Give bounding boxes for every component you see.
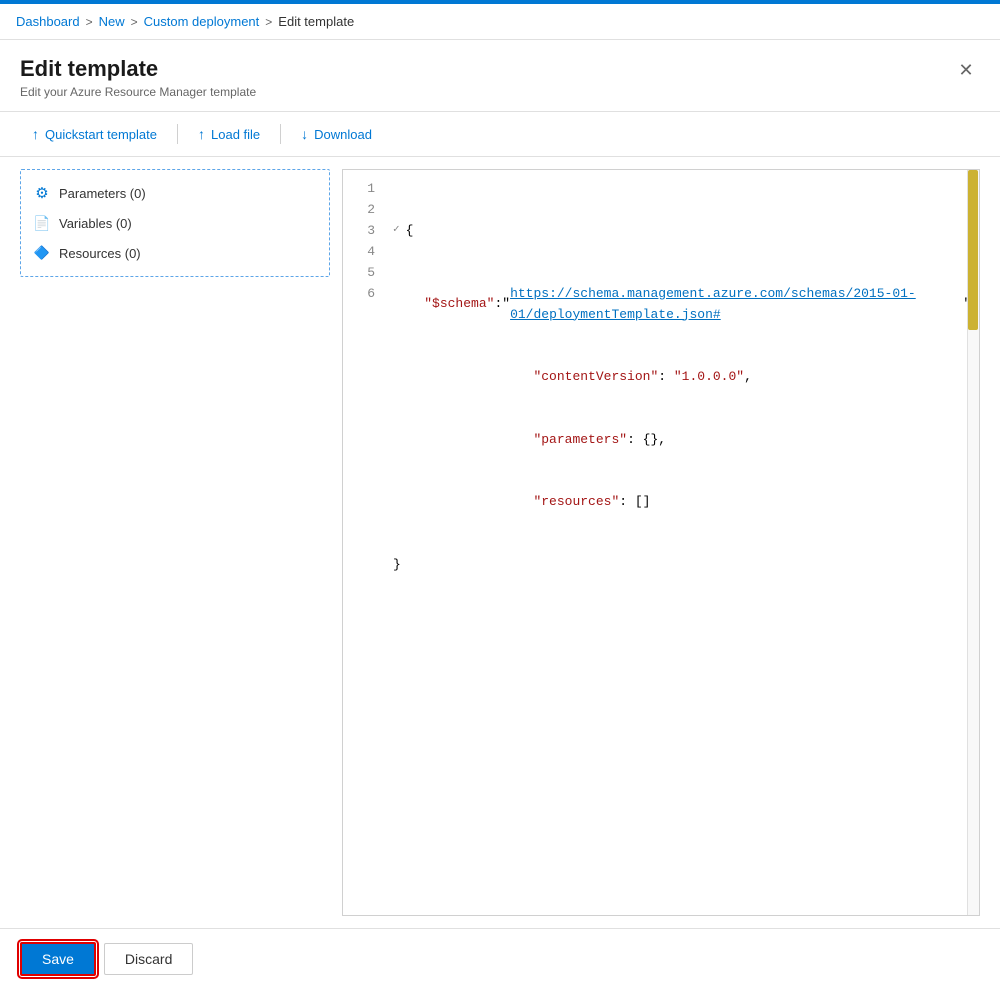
- quickstart-icon: ↑: [32, 126, 39, 142]
- save-button[interactable]: Save: [20, 942, 96, 976]
- page-title: Edit template: [20, 56, 256, 82]
- discard-button[interactable]: Discard: [104, 943, 193, 975]
- top-bar: Dashboard > New > Custom deployment > Ed…: [0, 4, 1000, 40]
- code-line-1: ✓{: [393, 220, 979, 241]
- line-num-4: 4: [343, 241, 385, 262]
- bottom-bar: Save Discard: [0, 928, 1000, 988]
- code-line-3: "contentVersion": "1.0.0.0",: [393, 366, 979, 387]
- line-num-5: 5: [343, 262, 385, 283]
- code-line-5: "resources": []: [393, 491, 979, 512]
- load-file-label: Load file: [211, 127, 260, 142]
- content-version-val: "1.0.0.0": [674, 366, 744, 387]
- editor-content[interactable]: 1 2 3 4 5 6 ✓{ "$schema": "https://: [343, 170, 979, 915]
- breadcrumb-dashboard[interactable]: Dashboard: [16, 14, 80, 29]
- resources-icon: 🔷: [33, 244, 51, 262]
- toolbar: ↑ Quickstart template ↑ Load file ↓ Down…: [0, 112, 1000, 157]
- variables-label: Variables (0): [59, 216, 132, 231]
- close-button[interactable]: ✕: [952, 56, 980, 84]
- content-area: ⚙ Parameters (0) 📄 Variables (0) 🔷 Resou…: [0, 157, 1000, 928]
- parameters-icon: ⚙: [33, 184, 51, 202]
- schema-link[interactable]: https://schema.management.azure.com/sche…: [510, 283, 963, 325]
- line-num-2: 2: [343, 199, 385, 220]
- tree-item-resources[interactable]: 🔷 Resources (0): [21, 238, 329, 268]
- breadcrumb: Dashboard > New > Custom deployment > Ed…: [16, 14, 354, 29]
- breadcrumb-new[interactable]: New: [99, 14, 125, 29]
- variables-icon: 📄: [33, 214, 51, 232]
- code-line-4: "parameters": {},: [393, 429, 979, 450]
- schema-key: "$schema": [424, 293, 494, 314]
- resources-val: []: [635, 491, 651, 512]
- line-num-3: 3: [343, 220, 385, 241]
- toolbar-divider-2: [280, 124, 281, 144]
- code-line-2: "$schema": "https://schema.management.az…: [393, 283, 979, 325]
- breadcrumb-sep-3: >: [265, 15, 272, 29]
- breadcrumb-sep-2: >: [131, 15, 138, 29]
- load-file-icon: ↑: [198, 126, 205, 142]
- code-line-6: }: [393, 554, 979, 575]
- download-icon: ↓: [301, 126, 308, 142]
- tree-panel: ⚙ Parameters (0) 📄 Variables (0) 🔷 Resou…: [20, 169, 330, 277]
- content-version-key: "contentVersion": [533, 366, 658, 387]
- brace-close: }: [393, 554, 401, 575]
- editor-scrollbar[interactable]: [967, 170, 979, 915]
- breadcrumb-current: Edit template: [278, 14, 354, 29]
- download-button[interactable]: ↓ Download: [289, 120, 384, 148]
- resources-label: Resources (0): [59, 246, 141, 261]
- quickstart-label: Quickstart template: [45, 127, 157, 142]
- line-num-1: 1: [343, 178, 385, 199]
- panel-header: Edit template Edit your Azure Resource M…: [0, 40, 1000, 112]
- breadcrumb-sep-1: >: [86, 15, 93, 29]
- panel-subtitle: Edit your Azure Resource Manager templat…: [20, 85, 256, 99]
- line-num-6: 6: [343, 283, 385, 304]
- main-panel: Edit template Edit your Azure Resource M…: [0, 40, 1000, 988]
- page-wrapper: Dashboard > New > Custom deployment > Ed…: [0, 0, 1000, 988]
- breadcrumb-custom-deployment[interactable]: Custom deployment: [144, 14, 260, 29]
- header-text: Edit template Edit your Azure Resource M…: [20, 56, 256, 99]
- editor-lines[interactable]: ✓{ "$schema": "https://schema.management…: [385, 170, 979, 915]
- editor-panel[interactable]: 1 2 3 4 5 6 ✓{ "$schema": "https://: [342, 169, 980, 916]
- resources-key: "resources": [533, 491, 619, 512]
- params-val: {}: [643, 429, 659, 450]
- line-numbers: 1 2 3 4 5 6: [343, 170, 385, 915]
- load-file-button[interactable]: ↑ Load file: [186, 120, 272, 148]
- brace-open: {: [406, 220, 414, 241]
- parameters-key: "parameters": [533, 429, 627, 450]
- download-label: Download: [314, 127, 372, 142]
- tree-item-parameters[interactable]: ⚙ Parameters (0): [21, 178, 329, 208]
- toolbar-divider-1: [177, 124, 178, 144]
- quickstart-template-button[interactable]: ↑ Quickstart template: [20, 120, 169, 148]
- parameters-label: Parameters (0): [59, 186, 146, 201]
- scrollbar-thumb[interactable]: [968, 170, 978, 330]
- tree-item-variables[interactable]: 📄 Variables (0): [21, 208, 329, 238]
